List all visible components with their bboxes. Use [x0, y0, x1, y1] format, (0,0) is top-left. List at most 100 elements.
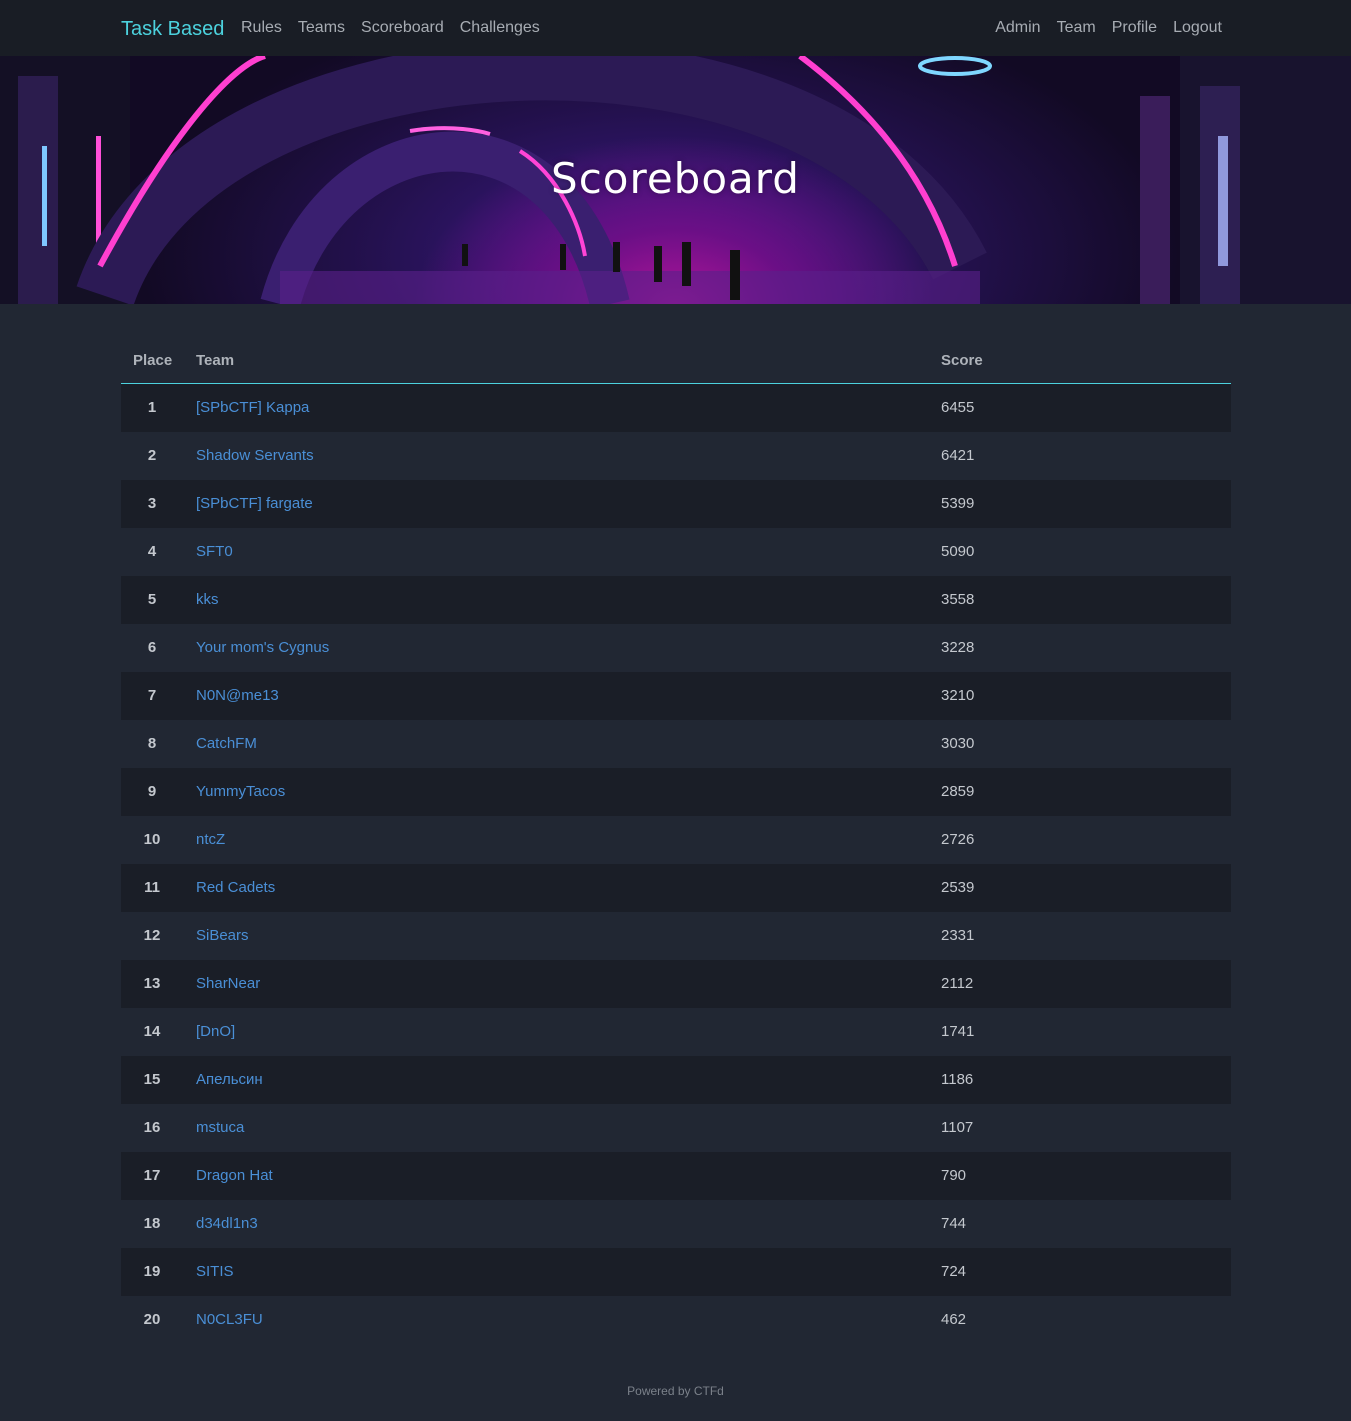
- row-score: 6421: [941, 447, 975, 464]
- footer-powered-by: Powered by CTFd: [627, 1384, 724, 1398]
- row-place: 10: [143, 831, 161, 848]
- hero-banner: Scoreboard: [0, 56, 1351, 304]
- row-team-link[interactable]: mstuca: [196, 1119, 244, 1136]
- table-row: 7 N0N@me13 3210: [121, 672, 1231, 720]
- table-row: 5 kks 3558: [121, 576, 1231, 624]
- row-place: 11: [144, 879, 160, 896]
- scoreboard-table: Place Team Score 1 [SPbCTF] Kappa 6455 2 Sha…: [121, 336, 1231, 1344]
- table-row: 6 Your mom's Cygnus 3228: [121, 624, 1231, 672]
- row-team-link[interactable]: CatchFM: [196, 735, 257, 752]
- header-place: Place: [133, 352, 173, 369]
- row-score: 2539: [941, 879, 975, 896]
- row-team-link[interactable]: SITIS: [196, 1263, 234, 1280]
- row-place: 2: [147, 447, 157, 464]
- row-team-link[interactable]: Shadow Servants: [196, 447, 314, 464]
- row-place: 3: [147, 495, 157, 512]
- row-score: 3030: [941, 735, 975, 752]
- table-header: Place Team Score: [121, 336, 1231, 384]
- row-score: 462: [941, 1311, 967, 1328]
- row-place: 7: [147, 687, 157, 704]
- row-score: 3210: [941, 687, 975, 704]
- brand-link[interactable]: Task Based: [121, 17, 224, 41]
- row-score: 1107: [941, 1119, 974, 1136]
- row-score: 2726: [941, 831, 975, 848]
- row-score: 3228: [941, 639, 975, 656]
- row-place: 4: [147, 543, 157, 560]
- table-row: 9 YummyTacos 2859: [121, 768, 1231, 816]
- row-score: 790: [941, 1167, 967, 1184]
- nav-logout-link[interactable]: Logout: [1173, 18, 1222, 38]
- nav-admin-link[interactable]: Admin: [995, 18, 1040, 38]
- header-team: Team: [196, 352, 235, 369]
- top-navbar: Task Based Rules Teams Scoreboard Challe…: [0, 0, 1351, 56]
- row-score: 3558: [941, 591, 975, 608]
- table-row: 4 SFT0 5090: [121, 528, 1231, 576]
- row-score: 5399: [941, 495, 975, 512]
- row-team-link[interactable]: N0CL3FU: [196, 1311, 263, 1328]
- row-team-link[interactable]: SiBears: [196, 927, 249, 944]
- row-place: 5: [147, 591, 157, 608]
- nav-rules-link[interactable]: Rules: [241, 18, 282, 38]
- row-score: 724: [941, 1263, 967, 1280]
- row-place: 17: [143, 1167, 161, 1184]
- table-row: 11 Red Cadets 2539: [121, 864, 1231, 912]
- row-score: 1186: [941, 1071, 974, 1088]
- row-team-link[interactable]: N0N@me13: [196, 687, 279, 704]
- row-place: 6: [147, 639, 157, 656]
- row-team-link[interactable]: SFT0: [196, 543, 233, 560]
- nav-scoreboard-link[interactable]: Scoreboard: [361, 18, 444, 38]
- row-score: 2331: [941, 927, 975, 944]
- row-score: 1741: [941, 1023, 975, 1040]
- row-team-link[interactable]: Your mom's Cygnus: [196, 639, 329, 656]
- nav-teams-link[interactable]: Teams: [298, 18, 345, 38]
- table-row: 15 Апельсин 1186: [121, 1056, 1231, 1104]
- nav-left: Rules Teams Scoreboard Challenges: [241, 0, 540, 56]
- row-team-link[interactable]: YummyTacos: [196, 783, 285, 800]
- row-team-link[interactable]: Апельсин: [196, 1071, 263, 1088]
- table-row: 2 Shadow Servants 6421: [121, 432, 1231, 480]
- row-place: 13: [143, 975, 161, 992]
- table-row: 10 ntcZ 2726: [121, 816, 1231, 864]
- table-row: 1 [SPbCTF] Kappa 6455: [121, 384, 1231, 432]
- row-team-link[interactable]: Red Cadets: [196, 879, 275, 896]
- table-row: 13 SharNear 2112: [121, 960, 1231, 1008]
- nav-challenges-link[interactable]: Challenges: [460, 18, 540, 38]
- header-score: Score: [941, 352, 983, 369]
- row-team-link[interactable]: kks: [196, 591, 219, 608]
- row-place: 16: [143, 1119, 161, 1136]
- row-place: 12: [143, 927, 161, 944]
- row-team-link[interactable]: [SPbCTF] fargate: [196, 495, 313, 512]
- row-place: 9: [147, 783, 157, 800]
- table-row: 8 CatchFM 3030: [121, 720, 1231, 768]
- row-score: 744: [941, 1215, 967, 1232]
- row-place: 1: [147, 399, 157, 416]
- row-team-link[interactable]: Dragon Hat: [196, 1167, 273, 1184]
- row-place: 8: [147, 735, 157, 752]
- row-team-link[interactable]: SharNear: [196, 975, 260, 992]
- row-team-link[interactable]: ntcZ: [196, 831, 225, 848]
- row-place: 14: [143, 1023, 161, 1040]
- table-row: 20 N0CL3FU 462: [121, 1296, 1231, 1344]
- row-place: 15: [143, 1071, 161, 1088]
- row-team-link[interactable]: [SPbCTF] Kappa: [196, 399, 309, 416]
- table-row: 18 d34dl1n3 744: [121, 1200, 1231, 1248]
- table-row: 16 mstuca 1107: [121, 1104, 1231, 1152]
- row-score: 6455: [941, 399, 975, 416]
- table-row: 12 SiBears 2331: [121, 912, 1231, 960]
- nav-team-link[interactable]: Team: [1057, 18, 1096, 38]
- table-row: 14 [DnO] 1741: [121, 1008, 1231, 1056]
- row-score: 2859: [941, 783, 975, 800]
- row-place: 18: [143, 1215, 161, 1232]
- table-row: 17 Dragon Hat 790: [121, 1152, 1231, 1200]
- table-row: 3 [SPbCTF] fargate 5399: [121, 480, 1231, 528]
- row-score: 5090: [941, 543, 975, 560]
- row-team-link[interactable]: d34dl1n3: [196, 1215, 258, 1232]
- nav-profile-link[interactable]: Profile: [1112, 18, 1157, 38]
- nav-right: Admin Team Profile Logout: [995, 0, 1222, 56]
- row-place: 20: [143, 1311, 161, 1328]
- row-team-link[interactable]: [DnO]: [196, 1023, 235, 1040]
- table-body: 1 [SPbCTF] Kappa 6455 2 Shadow Servants 6421 3…: [121, 384, 1231, 1344]
- row-place: 19: [143, 1263, 161, 1280]
- page-title: Scoreboard: [551, 154, 800, 203]
- table-row: 19 SITIS 724: [121, 1248, 1231, 1296]
